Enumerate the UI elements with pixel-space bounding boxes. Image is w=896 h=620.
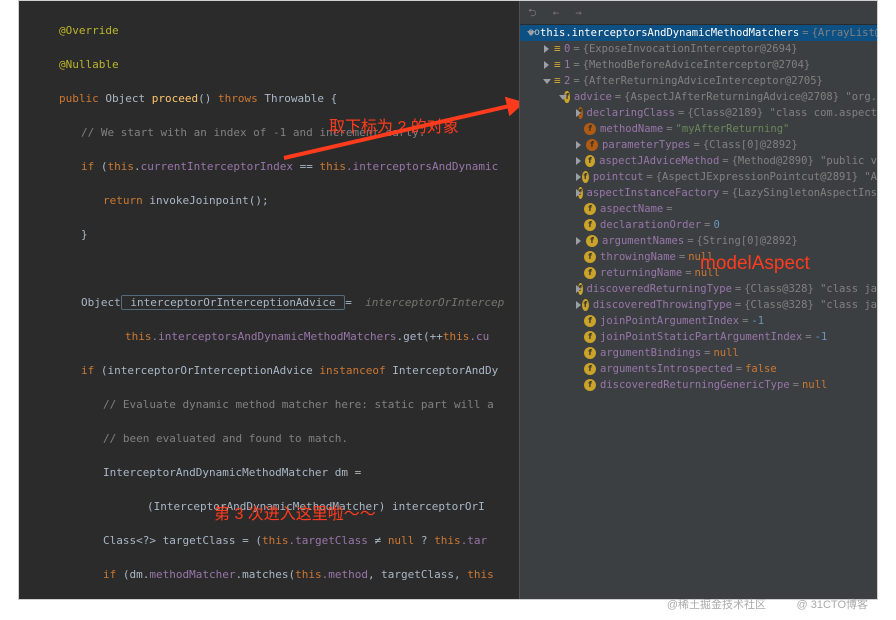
var-root[interactable]: oo this.interceptorsAndDynamicMethodMatc…: [520, 25, 877, 41]
var-argumentNames[interactable]: fargumentNames={String[0]@2892}: [520, 233, 877, 249]
field-icon: f: [584, 363, 596, 375]
annotation-override: @Override: [59, 24, 119, 37]
element-icon: ≡: [554, 41, 564, 57]
debugger-panel[interactable]: ⮌ ← → oo this.interceptorsAndDynamicMeth…: [519, 1, 877, 599]
var-returningName[interactable]: freturningName=null: [520, 265, 877, 281]
field-icon: f: [584, 219, 596, 231]
var-discoveredThrowingType[interactable]: fdiscoveredThrowingType={Class@328} "cla…: [520, 297, 877, 313]
field-icon: f: [585, 155, 595, 167]
chevron-right-icon[interactable]: [574, 188, 576, 198]
var-aspectInstanceFactory[interactable]: faspectInstanceFactory={LazySingletonAsp…: [520, 185, 877, 201]
comment: // We start with an index of -1 and incr…: [81, 126, 425, 139]
var-interceptor-highlight: interceptorOrInterceptionAdvice: [121, 295, 346, 310]
var-advice[interactable]: fadvice={AspectJAfterReturningAdvice@270…: [520, 89, 877, 105]
chevron-down-icon[interactable]: [542, 76, 552, 86]
back-icon[interactable]: ⮌: [528, 5, 536, 21]
var-index-0[interactable]: ≡0={ExposeInvocationInterceptor@2694}: [520, 41, 877, 57]
if-instanceof: if (interceptorOrInterceptionAdvice inst…: [37, 362, 519, 379]
var-declaringClass[interactable]: fdeclaringClass={Class@2189} "class com.…: [520, 105, 877, 121]
method-signature: public Object proceed() throws Throwable…: [37, 90, 519, 107]
field-icon: f: [582, 299, 589, 311]
target-class-line: Class<?> targetClass = (this.targetClass…: [37, 532, 519, 549]
var-discoveredReturningGenericType[interactable]: fdiscoveredReturningGenericType=null: [520, 377, 877, 393]
element-icon: ≡: [554, 73, 564, 89]
var-index-2[interactable]: ≡2={AfterReturningAdviceInterceptor@2705…: [520, 73, 877, 89]
field-icon: f: [584, 203, 596, 215]
var-aspectJAdviceMethod[interactable]: faspectJAdviceMethod={Method@2890} "publ…: [520, 153, 877, 169]
field-icon: f: [584, 379, 596, 391]
var-argumentsIntrospected[interactable]: fargumentsIntrospected=false: [520, 361, 877, 377]
var-methodName[interactable]: fmethodName="myAfterReturning": [520, 121, 877, 137]
chevron-right-icon[interactable]: [574, 108, 576, 118]
element-icon: ≡: [554, 57, 564, 73]
field-icon: f: [582, 171, 589, 183]
chevron-right-icon[interactable]: [574, 172, 580, 182]
watermark-2: @ 31CTO博客: [797, 596, 868, 612]
var-argumentBindings[interactable]: fargumentBindings=null: [520, 345, 877, 361]
chevron-right-icon[interactable]: [574, 140, 584, 150]
prev-icon[interactable]: ←: [553, 5, 559, 21]
field-icon: f: [586, 139, 598, 151]
field-icon: f: [584, 347, 596, 359]
chevron-down-icon[interactable]: [558, 92, 562, 102]
ide-window: @Override @Nullable public Object procee…: [18, 0, 878, 600]
var-discoveredReturningType[interactable]: fdiscoveredReturningType={Class@328} "cl…: [520, 281, 877, 297]
var-joinPointStaticPartArgumentIndex[interactable]: fjoinPointStaticPartArgumentIndex=-1: [520, 329, 877, 345]
var-joinPointArgumentIndex[interactable]: fjoinPointArgumentIndex=-1: [520, 313, 877, 329]
chevron-right-icon[interactable]: [574, 300, 580, 310]
var-index-1[interactable]: ≡1={MethodBeforeAdviceInterceptor@2704}: [520, 57, 877, 73]
field-icon: f: [584, 267, 596, 279]
var-declarationOrder[interactable]: fdeclarationOrder=0: [520, 217, 877, 233]
field-icon: f: [586, 235, 598, 247]
field-icon: f: [584, 123, 596, 135]
chevron-right-icon[interactable]: [574, 236, 584, 246]
chevron-right-icon[interactable]: [542, 44, 552, 54]
chevron-right-icon[interactable]: [542, 60, 552, 70]
chevron-right-icon[interactable]: [574, 156, 583, 166]
var-pointcut[interactable]: fpointcut={AspectJExpressionPointcut@289…: [520, 169, 877, 185]
code-editor[interactable]: @Override @Nullable public Object procee…: [19, 1, 519, 599]
var-throwingName[interactable]: fthrowingName=null: [520, 249, 877, 265]
if-early-return: if (this.currentInterceptorIndex == this…: [37, 158, 519, 175]
annotation-nullable: @Nullable: [59, 58, 119, 71]
field-icon: f: [584, 315, 596, 327]
if-matches: if (dm.methodMatcher.matches(this.method…: [37, 566, 519, 583]
var-aspectName[interactable]: faspectName =: [520, 201, 877, 217]
object-declaration: Object interceptorOrInterceptionAdvice =…: [37, 294, 519, 311]
next-icon[interactable]: →: [575, 5, 581, 21]
chevron-right-icon[interactable]: [574, 284, 576, 294]
var-parameterTypes[interactable]: fparameterTypes={Class[0]@2892}: [520, 137, 877, 153]
watermark-1: @稀土掘金技术社区: [667, 596, 766, 612]
debugger-toolbar: ⮌ ← →: [520, 1, 877, 25]
field-icon: f: [584, 331, 596, 343]
field-icon: f: [584, 251, 596, 263]
